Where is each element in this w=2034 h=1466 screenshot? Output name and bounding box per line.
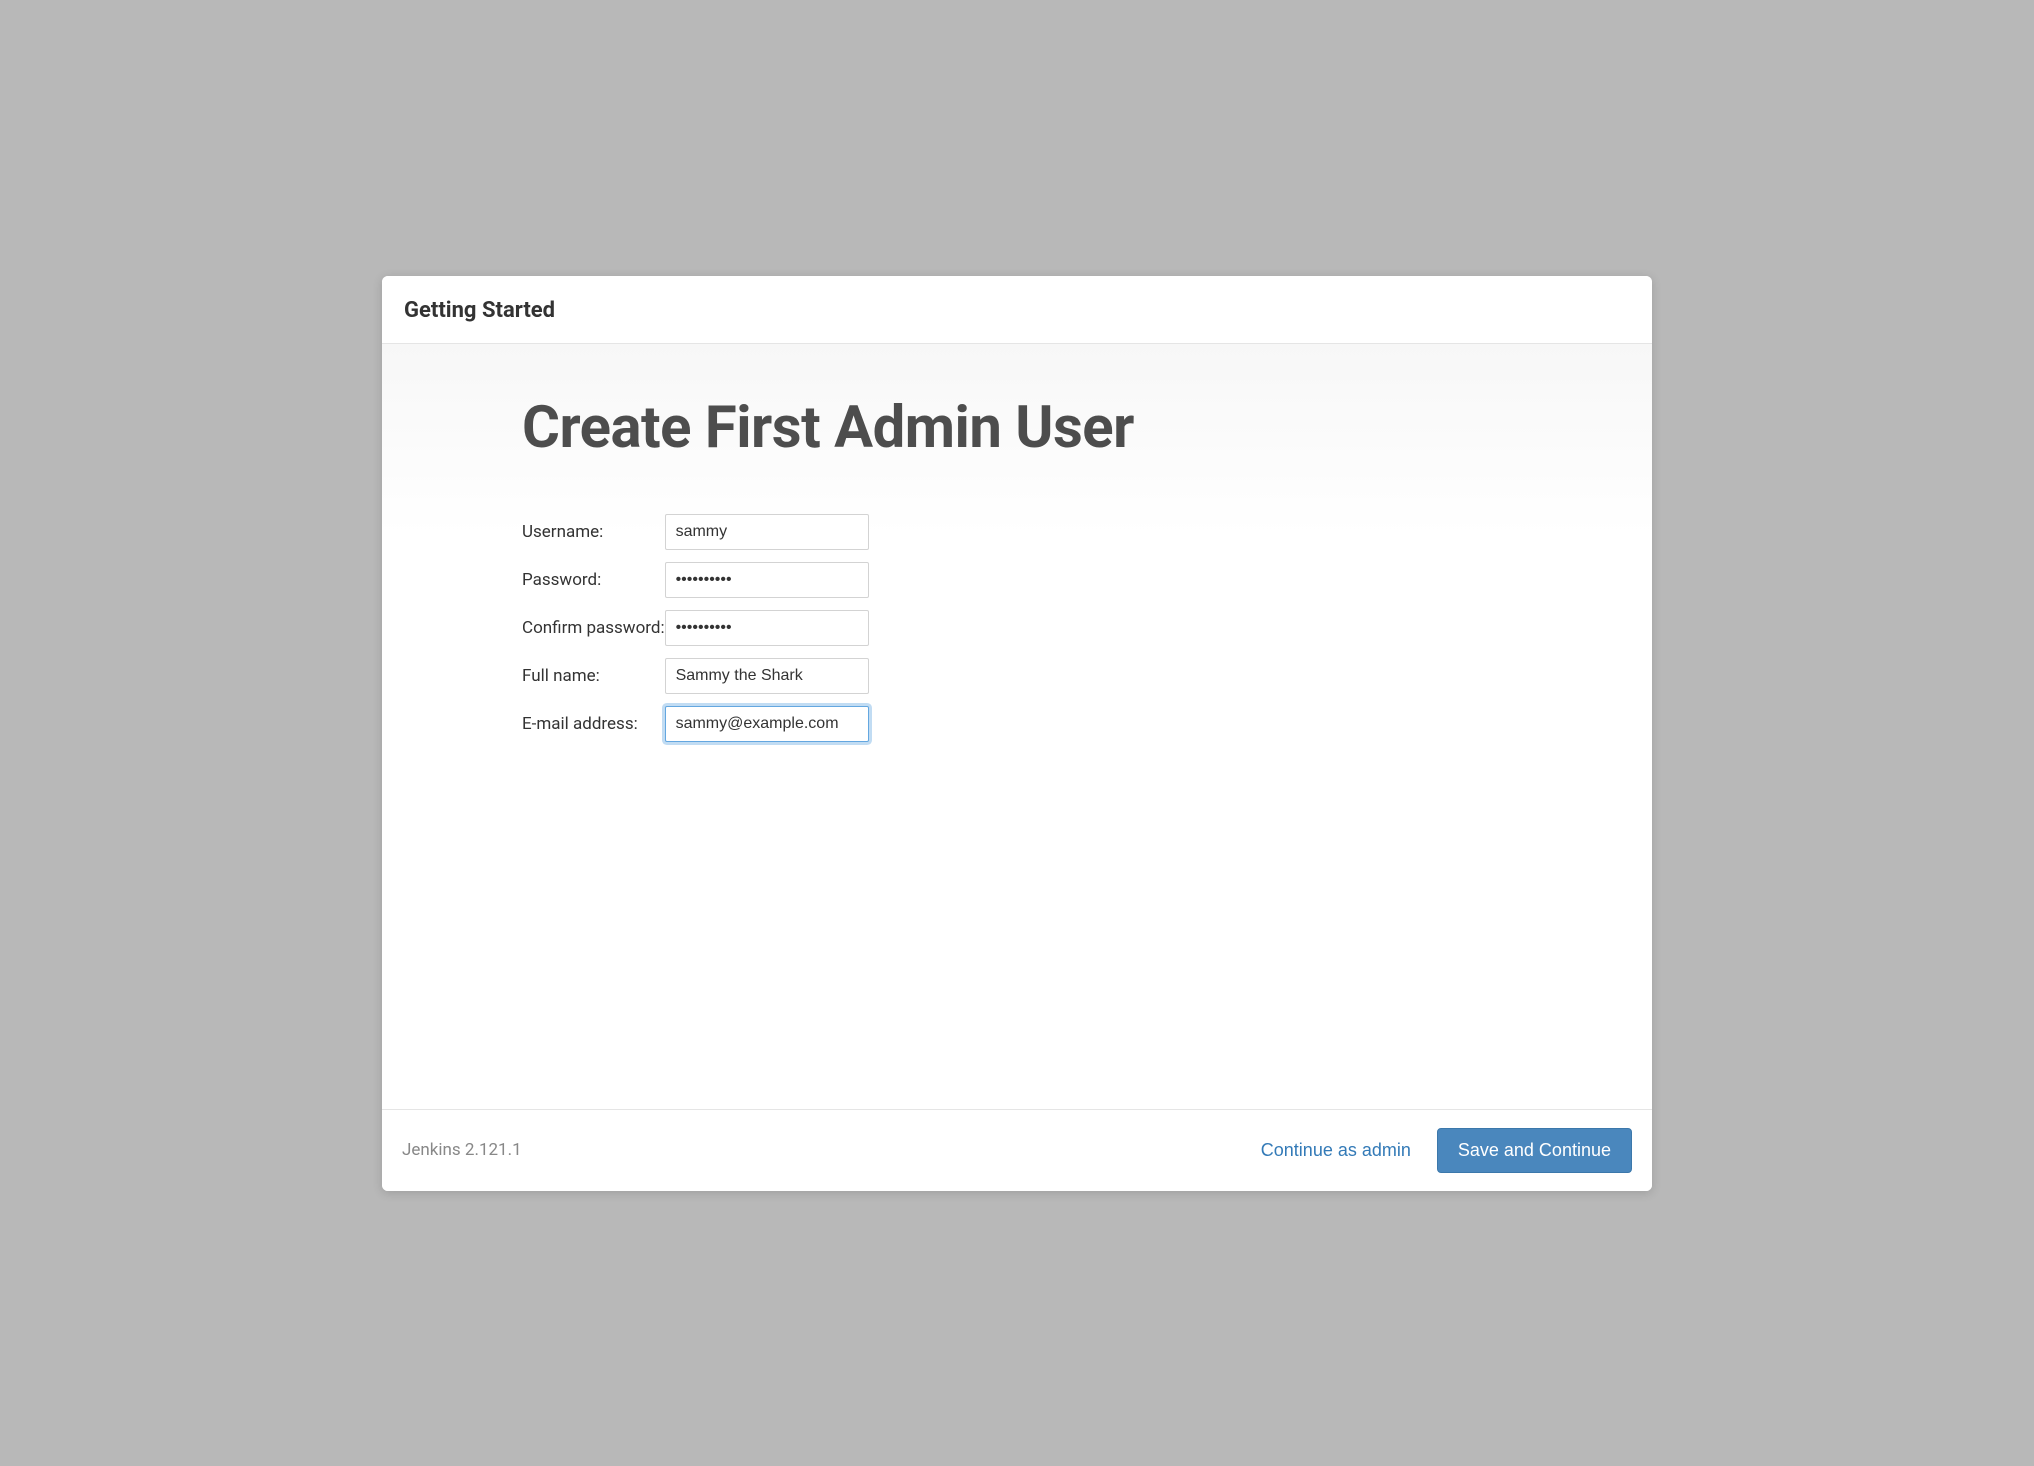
fullname-input[interactable] [665, 658, 869, 694]
form-row-confirm-password: Confirm password: [522, 610, 869, 646]
wizard-title: Getting Started [404, 298, 1630, 323]
form-row-email: E-mail address: [522, 706, 869, 742]
admin-user-form: Username: Password: Confirm password: Fu… [522, 502, 869, 754]
save-and-continue-button[interactable]: Save and Continue [1437, 1128, 1632, 1173]
wizard-footer: Jenkins 2.121.1 Continue as admin Save a… [382, 1109, 1652, 1191]
fullname-label: Full name: [522, 658, 665, 694]
form-row-password: Password: [522, 562, 869, 598]
wizard-body: Create First Admin User Username: Passwo… [382, 344, 1652, 1109]
version-text: Jenkins 2.121.1 [402, 1140, 522, 1160]
username-label: Username: [522, 514, 665, 550]
form-row-fullname: Full name: [522, 658, 869, 694]
footer-actions: Continue as admin Save and Continue [1255, 1128, 1632, 1173]
continue-as-admin-button[interactable]: Continue as admin [1255, 1132, 1417, 1169]
form-row-username: Username: [522, 514, 869, 550]
confirm-password-input[interactable] [665, 610, 869, 646]
page-title: Create First Admin User [522, 394, 1512, 462]
email-label: E-mail address: [522, 706, 665, 742]
username-input[interactable] [665, 514, 869, 550]
confirm-password-label: Confirm password: [522, 610, 665, 646]
setup-wizard: Getting Started Create First Admin User … [382, 276, 1652, 1191]
email-input[interactable] [665, 706, 869, 742]
password-label: Password: [522, 562, 665, 598]
wizard-header: Getting Started [382, 276, 1652, 344]
password-input[interactable] [665, 562, 869, 598]
